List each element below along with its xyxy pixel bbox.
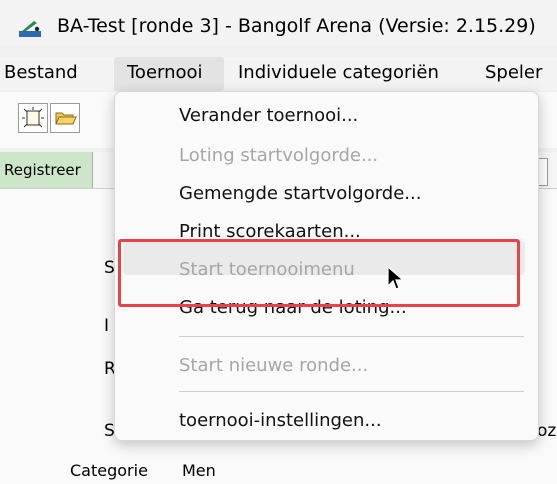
open-folder-button[interactable] bbox=[50, 103, 80, 133]
menu-item-loting-startvolgorde: Loting startvolgorde... bbox=[179, 145, 379, 166]
window-title: BA-Test [ronde 3] - Bangolf Arena (Versi… bbox=[57, 15, 536, 37]
menu-toernooi[interactable]: Toernooi bbox=[127, 62, 203, 83]
menu-speler[interactable]: Speler bbox=[485, 62, 542, 83]
categorie-label: Categorie bbox=[70, 461, 148, 480]
new-file-icon bbox=[22, 107, 44, 128]
categorie-value: Men bbox=[182, 461, 216, 480]
menu-bestand[interactable]: Bestand bbox=[4, 62, 78, 83]
title-bar: BA-Test [ronde 3] - Bangolf Arena (Versi… bbox=[0, 0, 557, 46]
new-file-button[interactable] bbox=[18, 103, 48, 133]
tab-scroll-button[interactable] bbox=[538, 158, 548, 186]
menu-separator bbox=[179, 391, 524, 392]
menu-item-verander-toernooi[interactable]: Verander toernooi... bbox=[179, 105, 358, 126]
tab-registreer-label: Registreer bbox=[4, 161, 81, 179]
menu-individuele-categorien[interactable]: Individuele categoriën bbox=[238, 62, 439, 83]
annotation-highlight-box bbox=[118, 239, 520, 307]
form-label-i: I bbox=[104, 316, 110, 336]
menu-item-start-nieuwe-ronde: Start nieuwe ronde... bbox=[179, 355, 369, 376]
menu-separator bbox=[179, 336, 524, 337]
app-golf-icon bbox=[19, 21, 41, 37]
tab-registreer[interactable]: Registreer bbox=[0, 152, 93, 188]
menu-item-toernooi-instellingen[interactable]: toernooi-instellingen... bbox=[179, 410, 382, 431]
menu-item-gemengde-startvolgorde[interactable]: Gemengde startvolgorde... bbox=[179, 183, 421, 204]
mouse-cursor-icon bbox=[387, 266, 405, 290]
form-right-fragment: oz bbox=[537, 421, 557, 441]
open-folder-icon bbox=[55, 112, 77, 125]
